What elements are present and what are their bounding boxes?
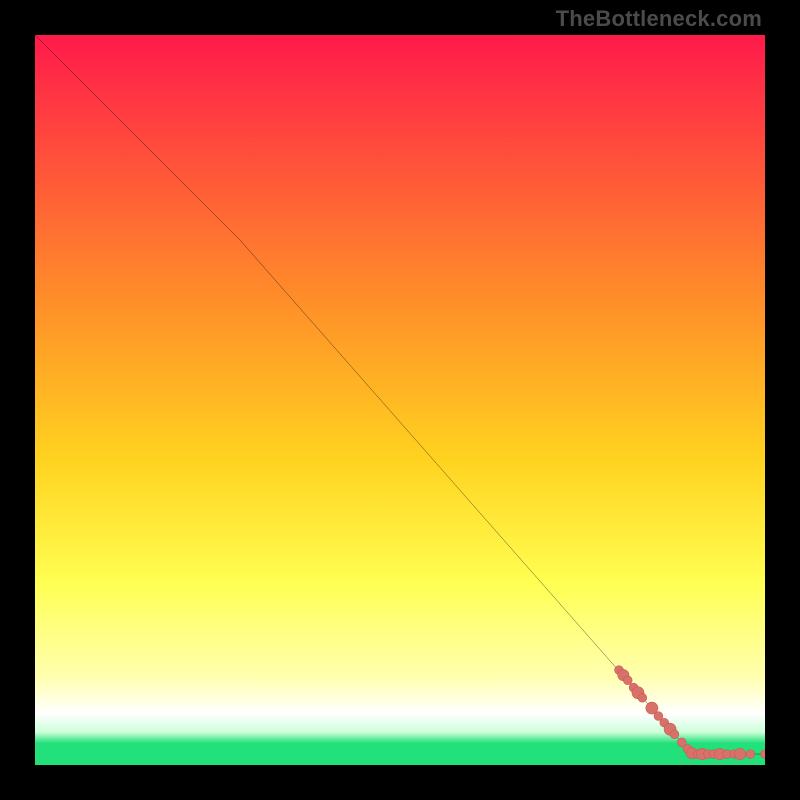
- data-point: [623, 676, 632, 685]
- chart-frame: TheBottleneck.com: [0, 0, 800, 800]
- data-point: [638, 693, 647, 702]
- chart-svg: [35, 35, 765, 765]
- data-point: [670, 730, 679, 739]
- data-point: [746, 750, 755, 759]
- data-point: [735, 748, 746, 759]
- watermark-text: TheBottleneck.com: [556, 6, 762, 32]
- plot-area: [35, 35, 765, 765]
